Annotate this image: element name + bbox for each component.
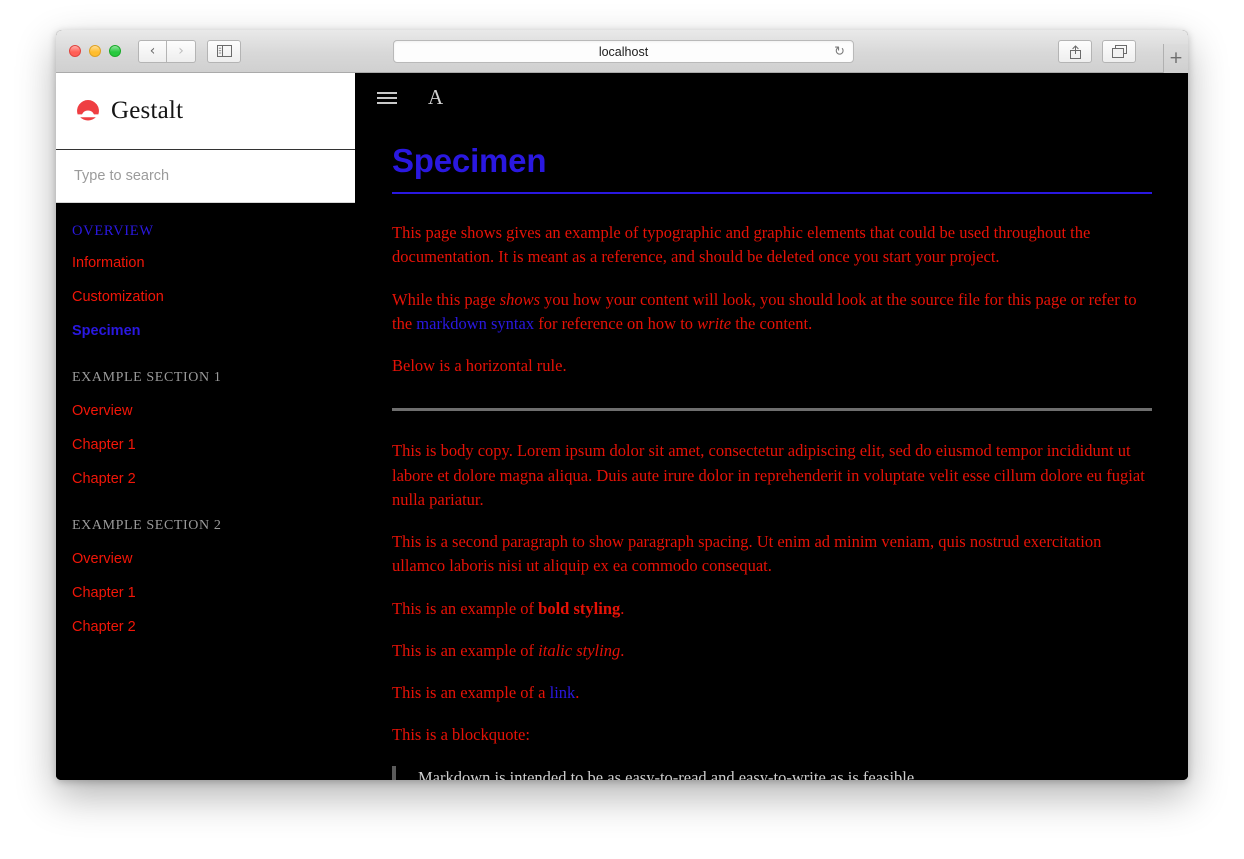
nav-section-1-label: EXAMPLE SECTION 1	[72, 370, 222, 385]
browser-window: ‹ › localhost ↻ + Gestalt Type to search…	[56, 30, 1188, 780]
horizontal-rule	[392, 408, 1152, 412]
search-input[interactable]	[74, 168, 337, 184]
blockquote-text: Markdown is intended to be as easy-to-re…	[418, 767, 919, 781]
minimize-window-button[interactable]	[89, 45, 101, 57]
emphasis-shows: shows	[499, 289, 541, 309]
text-fragment: While this page	[392, 289, 500, 309]
nav-group-overview-label: OVERVIEW	[72, 223, 154, 239]
url-text: localhost	[598, 44, 649, 59]
blockquote: Markdown is intended to be as easy-to-re…	[392, 765, 1152, 781]
sidebar-item-s2-chapter-2[interactable]: Chapter 2	[56, 610, 355, 644]
text-fragment: This is an example of	[392, 640, 539, 660]
paragraph-second: This is a second paragraph to show parag…	[392, 532, 1102, 576]
share-button[interactable]	[1058, 40, 1092, 63]
maximize-window-button[interactable]	[109, 45, 121, 57]
tabs-icon	[1111, 45, 1127, 58]
text-fragment: This is an example of	[392, 598, 539, 618]
close-window-button[interactable]	[69, 45, 81, 57]
back-button[interactable]: ‹	[138, 39, 167, 63]
new-tab-button[interactable]: +	[1163, 44, 1188, 73]
show-tabs-button[interactable]	[1102, 40, 1136, 63]
hamburger-menu-icon[interactable]	[377, 91, 397, 104]
sidebar-icon	[216, 45, 232, 57]
paragraph-reference: While this page shows you how your conte…	[392, 288, 1152, 337]
sidebar-item-s1-chapter-1[interactable]: Chapter 1	[56, 428, 355, 462]
window-controls	[69, 45, 121, 57]
page-title: Specimen	[392, 142, 1152, 194]
emphasis-write: write	[697, 313, 732, 333]
sidebar: Gestalt OVERVIEW Information Customizati…	[56, 73, 355, 780]
typography-a-icon[interactable]: A	[428, 87, 443, 108]
text-fragment: for reference on how to	[534, 313, 698, 333]
titlebar-right-buttons	[1058, 40, 1136, 63]
doc-toolbar: A	[355, 73, 1188, 122]
window-content: Gestalt OVERVIEW Information Customizati…	[56, 73, 1188, 780]
forward-button[interactable]: ›	[167, 39, 196, 63]
text-fragment: the content.	[731, 313, 813, 333]
text-fragment: .	[620, 640, 625, 660]
article: Specimen This page shows gives an exampl…	[355, 122, 1188, 780]
sidebar-item-s1-overview[interactable]: Overview	[56, 394, 355, 428]
sidebar-toggle-button[interactable]	[207, 39, 241, 63]
brand-name: Gestalt	[111, 97, 184, 124]
paragraph-intro: This page shows gives an example of typo…	[392, 223, 1091, 267]
address-bar[interactable]: localhost ↻	[393, 40, 854, 63]
main-pane: A Specimen This page shows gives an exam…	[355, 73, 1188, 780]
paragraph-blockquote-intro: This is a blockquote:	[392, 725, 530, 745]
paragraph-italic-example: This is an example of italic styling.	[392, 639, 1152, 663]
nav-section-2-label: EXAMPLE SECTION 2	[72, 518, 222, 533]
text-fragment: .	[575, 683, 580, 702]
plus-icon: +	[1168, 48, 1184, 68]
sidebar-item-s2-chapter-1[interactable]: Chapter 1	[56, 576, 355, 610]
text-fragment: This is an example of a	[392, 683, 550, 702]
italic-styling-text: italic styling	[538, 640, 621, 660]
gestalt-logo-icon	[75, 98, 101, 124]
sidebar-item-specimen[interactable]: Specimen	[56, 314, 355, 348]
reload-icon[interactable]: ↻	[834, 45, 845, 58]
browser-titlebar: ‹ › localhost ↻ +	[56, 30, 1188, 73]
paragraph-body-copy: This is body copy. Lorem ipsum dolor sit…	[392, 441, 1145, 509]
bold-styling-text: bold styling	[538, 598, 621, 618]
share-icon	[1069, 44, 1081, 59]
sidebar-item-s2-overview[interactable]: Overview	[56, 542, 355, 576]
sidebar-item-information[interactable]: Information	[56, 246, 355, 280]
search-container[interactable]	[56, 150, 355, 203]
sidebar-item-s1-chapter-2[interactable]: Chapter 2	[56, 462, 355, 496]
paragraph-rule-intro: Below is a horizontal rule.	[392, 356, 567, 375]
sidebar-nav: OVERVIEW Information Customization Speci…	[56, 203, 355, 644]
text-fragment: .	[620, 598, 625, 618]
paragraph-link-example: This is an example of a link.	[392, 681, 1152, 705]
example-link[interactable]: link	[550, 683, 576, 702]
brand-header[interactable]: Gestalt	[56, 73, 355, 150]
paragraph-bold-example: This is an example of bold styling.	[392, 597, 1152, 621]
chevron-left-icon: ‹	[149, 43, 156, 59]
markdown-syntax-link[interactable]: markdown syntax	[416, 314, 534, 333]
navigation-buttons: ‹ ›	[138, 39, 196, 63]
chevron-right-icon: ›	[178, 43, 184, 59]
sidebar-item-customization[interactable]: Customization	[56, 280, 355, 314]
